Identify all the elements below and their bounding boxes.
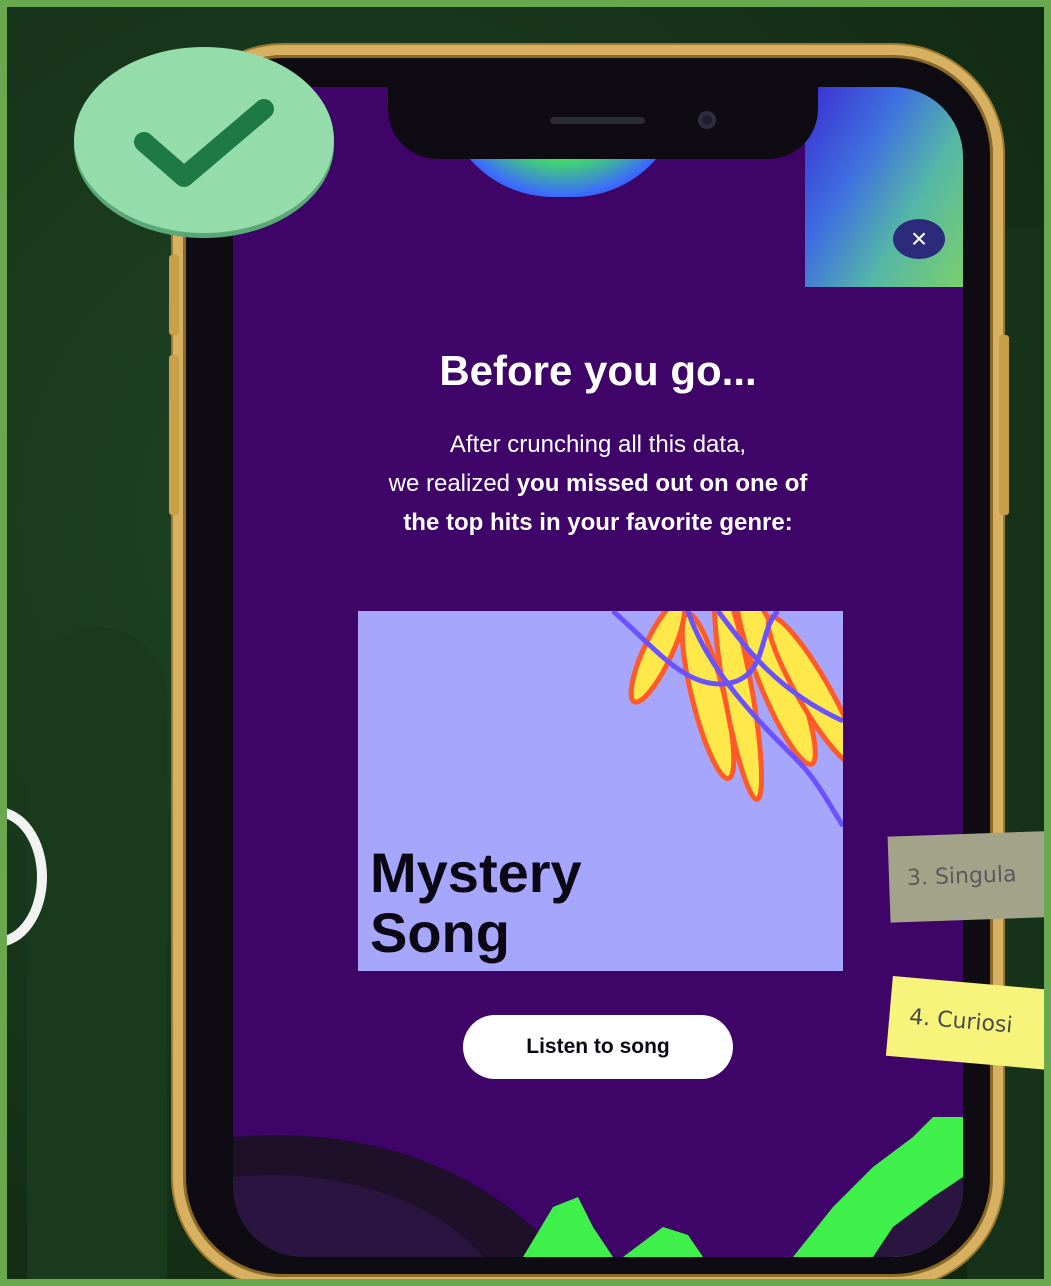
phone-side-button bbox=[169, 255, 179, 335]
modal-description: After crunching all this data, we realiz… bbox=[293, 425, 903, 542]
close-icon: × bbox=[910, 223, 928, 254]
sticky-note-3: 3. Singula bbox=[887, 829, 1044, 923]
slide-frame: × Before you go... After crunching all t… bbox=[0, 0, 1051, 1286]
listen-to-song-button[interactable]: Listen to song bbox=[463, 1015, 733, 1079]
song-cover: Mystery Song bbox=[358, 611, 843, 971]
check-icon bbox=[134, 99, 274, 187]
corner-gradient-art bbox=[805, 87, 963, 287]
speaker-grille bbox=[550, 117, 645, 124]
desc-line-2: we realized bbox=[388, 470, 517, 497]
phone-side-button bbox=[169, 355, 179, 515]
phone-notch bbox=[388, 87, 818, 159]
cover-title: Mystery Song bbox=[370, 843, 700, 963]
close-button[interactable]: × bbox=[893, 219, 945, 259]
cover-title-line-1: Mystery bbox=[370, 841, 582, 904]
front-camera bbox=[698, 111, 716, 129]
background-arch bbox=[27, 627, 167, 1279]
cover-title-line-2: Song bbox=[370, 901, 510, 964]
desc-line-1: After crunching all this data, bbox=[449, 431, 747, 458]
phone-side-button bbox=[999, 335, 1009, 515]
bottom-wave-art bbox=[233, 1117, 963, 1257]
desc-line-2-bold: you missed out on one of bbox=[516, 470, 808, 497]
phone-screen: × Before you go... After crunching all t… bbox=[233, 87, 963, 1257]
check-badge bbox=[74, 47, 334, 233]
desc-line-3-bold: the top hits in your favorite genre: bbox=[403, 509, 793, 536]
modal-title: Before you go... bbox=[439, 347, 757, 394]
